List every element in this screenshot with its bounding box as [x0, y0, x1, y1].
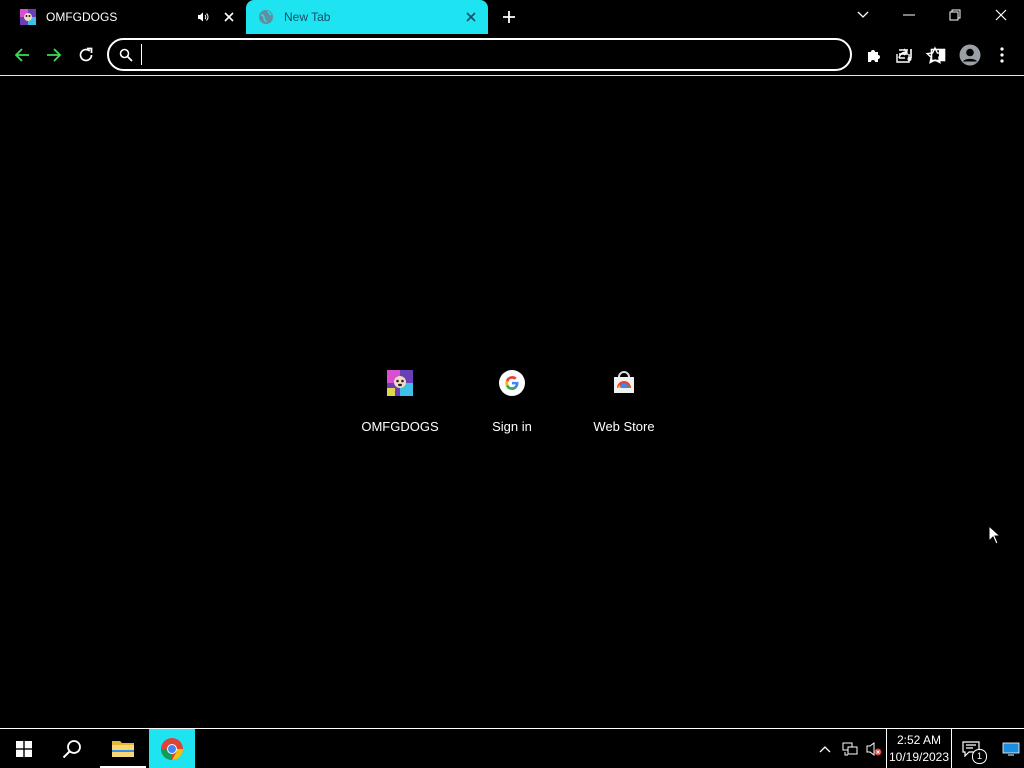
- avatar-icon: [959, 44, 981, 66]
- speaker-playing-icon[interactable]: [194, 8, 212, 26]
- network-button[interactable]: [838, 729, 862, 768]
- notification-badge: 1: [972, 749, 987, 764]
- puzzle-icon: [868, 50, 880, 62]
- system-clock[interactable]: 2:52 AM 10/19/2023: [886, 729, 952, 768]
- media-queue-icon: [899, 49, 912, 61]
- new-tab-button[interactable]: [498, 6, 520, 28]
- side-panel-icon: [930, 48, 946, 62]
- shortcut-sign-in[interactable]: Sign in: [456, 358, 568, 448]
- chevron-down-icon: [857, 11, 869, 18]
- desktop-icon: [1002, 742, 1020, 755]
- back-button[interactable]: [8, 41, 36, 69]
- minimize-button[interactable]: [886, 0, 932, 30]
- media-control-button[interactable]: [892, 41, 920, 69]
- more-vert-icon: [1000, 47, 1004, 63]
- minimize-icon: [903, 14, 915, 16]
- tab-new-tab[interactable]: New Tab: [246, 0, 488, 34]
- file-explorer-icon: [112, 740, 134, 757]
- tab-title: New Tab: [284, 10, 331, 24]
- restore-button[interactable]: [932, 0, 978, 30]
- menu-button[interactable]: [988, 41, 1016, 69]
- search-icon: [119, 48, 133, 62]
- taskbar: 2:52 AM 10/19/2023 1: [0, 728, 1024, 768]
- reload-button[interactable]: [72, 41, 100, 69]
- volume-button[interactable]: [862, 729, 886, 768]
- taskbar-search-button[interactable]: [48, 729, 96, 768]
- globe-icon: [258, 9, 274, 25]
- address-input[interactable]: [141, 44, 742, 65]
- start-button[interactable]: [0, 729, 48, 768]
- close-icon: [995, 9, 1007, 21]
- file-explorer-button[interactable]: [100, 729, 146, 768]
- close-tab-icon[interactable]: [462, 8, 480, 26]
- arrow-right-icon: [47, 48, 62, 62]
- shortcut-web-store[interactable]: Web Store: [568, 358, 680, 448]
- google-icon: [499, 370, 525, 396]
- close-window-button[interactable]: [978, 0, 1024, 30]
- profile-button[interactable]: [956, 41, 984, 69]
- close-tab-icon[interactable]: [220, 8, 238, 26]
- windows-start-icon: [16, 740, 32, 757]
- omfgdogs-icon: [387, 370, 413, 396]
- shortcut-label: Web Store: [593, 419, 655, 434]
- web-store-icon: [611, 370, 637, 396]
- clock-date: 10/19/2023: [888, 749, 950, 764]
- arrow-left-icon: [14, 48, 29, 62]
- new-tab-page: OMFGDOGS Sign in Web Store: [0, 76, 1024, 728]
- tab-search-button[interactable]: [840, 0, 886, 30]
- restore-icon: [949, 9, 961, 21]
- tab-strip: OMFGDOGS New Tab: [0, 0, 1024, 34]
- show-desktop-button[interactable]: [998, 729, 1024, 768]
- network-icon: [842, 742, 858, 755]
- shortcut-omfgdogs[interactable]: OMFGDOGS: [344, 358, 456, 448]
- address-bar[interactable]: [107, 38, 945, 71]
- reload-icon: [79, 47, 93, 62]
- omfgdogs-icon: [20, 9, 36, 25]
- browser-toolbar: [0, 34, 1024, 76]
- chevron-up-icon: [819, 745, 831, 752]
- mouse-cursor-icon: [988, 525, 1002, 545]
- chrome-taskbar-button[interactable]: [149, 729, 195, 768]
- action-center-button[interactable]: 1: [956, 729, 987, 768]
- show-hidden-icons-button[interactable]: [812, 729, 838, 768]
- shortcut-label: Sign in: [492, 419, 532, 434]
- side-panel-button[interactable]: [924, 41, 952, 69]
- search-icon: [62, 739, 81, 758]
- forward-button[interactable]: [40, 41, 68, 69]
- extensions-button[interactable]: [860, 41, 888, 69]
- tab-omfgdogs[interactable]: OMFGDOGS: [8, 0, 246, 34]
- clock-time: 2:52 AM: [896, 732, 942, 747]
- shortcut-label: OMFGDOGS: [361, 419, 439, 434]
- volume-muted-icon: [866, 741, 882, 756]
- chrome-icon: [161, 737, 183, 760]
- tab-title: OMFGDOGS: [46, 10, 118, 24]
- plus-icon: [503, 11, 515, 23]
